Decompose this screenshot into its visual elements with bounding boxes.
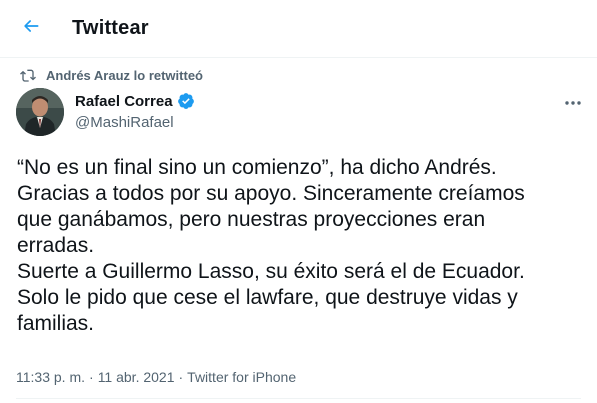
tweet-line: Suerte a Guillermo Lasso, su éxito será … xyxy=(17,260,525,283)
tweet-line: familias. xyxy=(17,312,95,335)
author-name[interactable]: Rafael Correa xyxy=(75,93,173,110)
tweet-text: “No es un final sino un comienzo”, ha di… xyxy=(17,155,587,337)
author-handle[interactable]: @MashiRafael xyxy=(75,114,174,131)
tweet-line: Solo le pido que cese el lawfare, que de… xyxy=(17,286,518,309)
tweet-source-link[interactable]: Twitter for iPhone xyxy=(187,369,296,385)
meta-separator: · xyxy=(178,369,184,385)
user-avatar[interactable] xyxy=(16,88,64,136)
author-name-row[interactable]: Rafael Correa xyxy=(75,92,195,110)
tweet-time[interactable]: 11:33 p. m. xyxy=(16,369,85,385)
tweet-line: que ganábamos, pero nuestras proyeccione… xyxy=(17,208,486,231)
tweet-line: erradas. xyxy=(17,234,95,257)
tweet-date[interactable]: 11 abr. 2021 xyxy=(98,369,175,385)
back-button[interactable] xyxy=(14,11,48,45)
retweet-context-text: Andrés Arauz lo retwitteó xyxy=(46,67,203,83)
top-header: Twittear xyxy=(0,0,597,58)
tweet-metadata: 11:33 p. m. · 11 abr. 2021 · Twitter for… xyxy=(16,369,296,385)
meta-separator: · xyxy=(89,369,94,385)
tweet-line: Gracias a todos por su apoyo. Sinceramen… xyxy=(17,182,525,205)
page-title: Twittear xyxy=(72,17,149,39)
more-horizontal-icon xyxy=(564,93,582,111)
arrow-left-icon xyxy=(21,16,41,41)
retweet-context[interactable]: Andrés Arauz lo retwitteó xyxy=(20,66,203,84)
more-options-button[interactable] xyxy=(558,90,588,114)
tweet-line: “No es un final sino un comienzo”, ha di… xyxy=(17,156,497,179)
divider xyxy=(16,398,581,399)
verified-badge-icon xyxy=(177,92,195,110)
retweet-icon xyxy=(20,67,38,83)
